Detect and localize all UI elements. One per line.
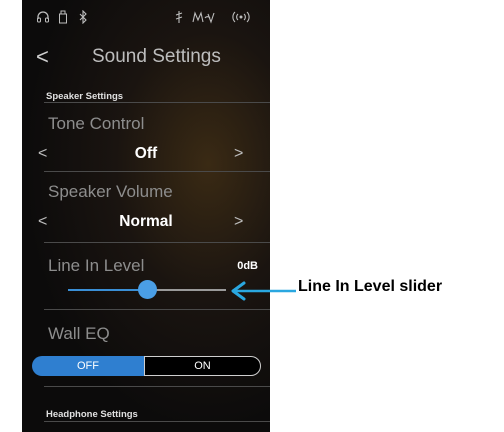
wall-eq-off-option[interactable]: OFF: [32, 356, 144, 376]
speaker-volume-value: Normal: [119, 213, 173, 230]
wall-eq-toggle[interactable]: OFF ON: [32, 356, 270, 376]
section-label-headphone: Headphone Settings: [46, 409, 138, 420]
wall-eq-on-option[interactable]: ON: [144, 356, 261, 376]
registration-icon: [192, 10, 216, 29]
page-title: Sound Settings: [92, 46, 221, 67]
divider: [44, 386, 270, 387]
divider: [44, 102, 270, 103]
annotation-arrow-icon: [231, 281, 296, 301]
slider-thumb[interactable]: [138, 280, 157, 299]
bluetooth-icon: [78, 9, 88, 29]
tone-control-next-button[interactable]: >: [234, 145, 243, 163]
speaker-volume-title: Speaker Volume: [48, 182, 173, 201]
metronome-icon: [174, 10, 184, 29]
divider: [44, 421, 270, 422]
annotation-label: Line In Level slider: [298, 278, 443, 295]
divider: [44, 171, 270, 172]
status-bar: [22, 9, 270, 29]
back-button[interactable]: <: [36, 44, 49, 70]
slider-fill: [68, 289, 147, 291]
line-in-level-title: Line In Level: [48, 256, 145, 275]
divider: [44, 309, 270, 310]
wireless-icon: [230, 10, 252, 29]
phone-screen: < Sound Settings Speaker Settings Tone C…: [22, 0, 270, 432]
speaker-volume-next-button[interactable]: >: [234, 213, 243, 231]
headphones-icon: [36, 10, 50, 29]
header: < Sound Settings: [22, 42, 270, 74]
usb-icon: [58, 10, 68, 29]
line-in-level-slider[interactable]: [68, 280, 226, 299]
tone-control-title: Tone Control: [48, 114, 145, 133]
tone-control-value: Off: [134, 145, 158, 162]
wall-eq-title: Wall EQ: [48, 324, 110, 343]
divider: [44, 242, 270, 243]
section-label-speaker: Speaker Settings: [46, 91, 124, 102]
line-in-level-value: 0dB: [237, 260, 258, 272]
